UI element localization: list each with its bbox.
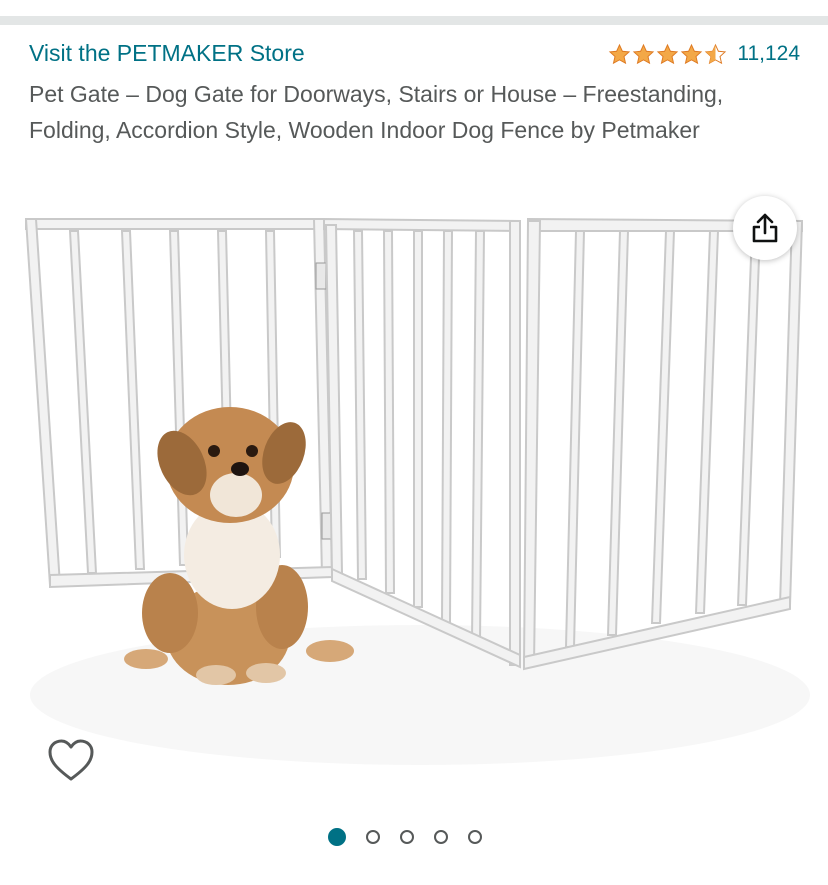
gate-middle-panel — [323, 217, 521, 669]
carousel-dot[interactable] — [468, 830, 482, 844]
carousel-dot[interactable] — [400, 830, 414, 844]
gate-left-panel — [24, 218, 334, 589]
carousel-indicator — [328, 828, 482, 846]
product-photo — [24, 217, 810, 765]
carousel-dot[interactable] — [366, 830, 380, 844]
star-full-icon — [633, 43, 655, 64]
top-divider — [0, 16, 828, 25]
store-link[interactable]: Visit the PETMAKER Store — [29, 40, 305, 67]
share-button[interactable] — [733, 196, 797, 260]
gate-right-panel — [522, 217, 804, 671]
share-icon — [752, 213, 778, 243]
star-full-icon — [609, 43, 631, 64]
product-title: Pet Gate – Dog Gate for Doorways, Stairs… — [29, 81, 724, 143]
carousel-dot[interactable] — [434, 830, 448, 844]
star-half-icon — [705, 43, 727, 64]
carousel-dot-active[interactable] — [328, 828, 346, 846]
star-full-icon — [681, 43, 703, 64]
star-rating — [608, 43, 727, 66]
rating[interactable]: 11,124 — [608, 42, 800, 66]
heart-icon — [48, 739, 94, 781]
star-full-icon — [657, 43, 679, 64]
favorite-button[interactable] — [46, 737, 96, 785]
product-image[interactable] — [20, 195, 810, 765]
rating-count[interactable]: 11,124 — [737, 42, 800, 66]
